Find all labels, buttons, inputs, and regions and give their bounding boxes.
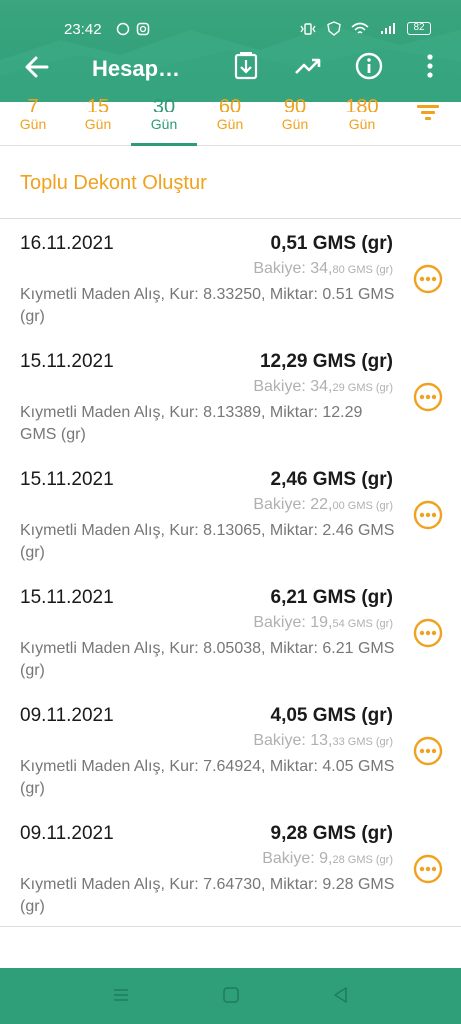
status-time: 23:42 — [64, 21, 102, 38]
balance-integer: 34, — [310, 378, 333, 395]
system-navigation-bar — [0, 968, 461, 1024]
shield-s-icon — [327, 21, 341, 36]
tab-number: 60 — [218, 98, 242, 112]
tab-7-days[interactable]: 7 Gün — [0, 98, 66, 132]
transaction-description: Kıymetli Maden Alış, Kur: 8.13065, Mikta… — [20, 522, 395, 561]
transaction-amount: 2,46 GMS (gr) — [270, 469, 393, 490]
transaction-amount: 4,05 GMS (gr) — [270, 705, 393, 726]
back-triangle-icon[interactable] — [332, 986, 350, 1004]
transaction-date: 15.11.2021 — [20, 587, 114, 608]
signal-icon — [381, 22, 395, 34]
tab-label: Gün — [150, 116, 178, 132]
tab-60-days[interactable]: 60 Gün — [197, 98, 263, 132]
toolbar: Hesap… — [0, 44, 461, 92]
divider — [0, 218, 461, 219]
tab-15-days[interactable]: 15 Gün — [65, 98, 131, 132]
tab-label: Gün — [19, 116, 47, 132]
transaction-row[interactable]: 15.11.2021 6,21 GMS (gr) Bakiye: 19,54 G… — [0, 587, 461, 705]
balance-label: Bakiye: — [253, 614, 306, 631]
transaction-date: 15.11.2021 — [20, 469, 114, 490]
transaction-row[interactable]: 15.11.2021 12,29 GMS (gr) Bakiye: 34,29 … — [0, 351, 461, 469]
transaction-amount: 9,28 GMS (gr) — [270, 823, 393, 844]
transaction-date: 15.11.2021 — [20, 351, 114, 372]
tab-number: 30 — [152, 98, 176, 112]
balance-decimal: 28 GMS (gr) — [332, 854, 393, 866]
more-horizontal-circle-icon[interactable] — [413, 500, 443, 530]
balance-decimal: 80 GMS (gr) — [332, 264, 393, 276]
more-vertical-icon[interactable] — [420, 52, 440, 80]
balance-integer: 34, — [310, 260, 333, 277]
battery-indicator: 82 — [407, 22, 431, 35]
transaction-date: 09.11.2021 — [20, 823, 114, 844]
transaction-date: 16.11.2021 — [20, 233, 114, 254]
transaction-description: Kıymetli Maden Alış, Kur: 8.33250, Mikta… — [20, 286, 395, 325]
arrow-left-icon[interactable] — [22, 52, 52, 82]
transaction-row[interactable]: 09.11.2021 4,05 GMS (gr) Bakiye: 13,33 G… — [0, 705, 461, 823]
balance-decimal: 29 GMS (gr) — [332, 382, 393, 394]
transaction-amount: 0,51 GMS (gr) — [270, 233, 393, 254]
tab-30-days[interactable]: 30 Gün — [131, 98, 197, 132]
transaction-row[interactable]: 15.11.2021 2,46 GMS (gr) Bakiye: 22,00 G… — [0, 469, 461, 587]
transaction-balance: Bakiye: 34,80 GMS (gr) — [253, 260, 393, 278]
transaction-row[interactable]: 09.11.2021 9,28 GMS (gr) Bakiye: 9,28 GM… — [0, 823, 461, 941]
trending-up-icon[interactable] — [294, 52, 322, 80]
balance-integer: 22, — [310, 496, 333, 513]
transaction-balance: Bakiye: 34,29 GMS (gr) — [253, 378, 393, 396]
transaction-balance: Bakiye: 9,28 GMS (gr) — [262, 850, 393, 868]
tab-label: Gün — [84, 116, 112, 132]
page-title: Hesap… — [92, 56, 181, 81]
recent-apps-icon[interactable] — [112, 986, 130, 1004]
transaction-amount: 6,21 GMS (gr) — [270, 587, 393, 608]
balance-decimal: 33 GMS (gr) — [332, 736, 393, 748]
tab-number: 7 — [27, 98, 39, 112]
whatsapp-icon — [116, 22, 130, 36]
info-icon[interactable] — [355, 52, 383, 80]
more-horizontal-circle-icon[interactable] — [413, 736, 443, 766]
tab-label: Gün — [216, 116, 244, 132]
more-horizontal-circle-icon[interactable] — [413, 264, 443, 294]
balance-label: Bakiye: — [253, 732, 306, 749]
document-download-icon[interactable] — [234, 52, 258, 80]
balance-decimal: 00 GMS (gr) — [332, 500, 393, 512]
vibrate-icon — [300, 22, 316, 35]
instagram-icon — [136, 22, 150, 36]
transaction-amount: 12,29 GMS (gr) — [259, 351, 393, 372]
tab-number: 180 — [345, 98, 379, 112]
transaction-row[interactable]: 16.11.2021 0,51 GMS (gr) Bakiye: 34,80 G… — [0, 233, 461, 351]
tab-number: 90 — [283, 98, 307, 112]
wifi-icon — [351, 22, 369, 34]
balance-label: Bakiye: — [262, 850, 315, 867]
more-horizontal-circle-icon[interactable] — [413, 854, 443, 884]
app-header: 23:42 82 Hesap… — [0, 0, 461, 102]
balance-decimal: 54 GMS (gr) — [332, 618, 393, 630]
balance-label: Bakiye: — [253, 260, 306, 277]
transaction-description: Kıymetli Maden Alış, Kur: 7.64924, Mikta… — [20, 758, 395, 797]
balance-integer: 9, — [319, 850, 333, 867]
balance-label: Bakiye: — [253, 496, 306, 513]
transaction-date: 09.11.2021 — [20, 705, 114, 726]
status-bar: 23:42 82 — [0, 0, 461, 38]
tab-label: Gün — [348, 116, 376, 132]
period-tabs: 7 Gün 15 Gün 30 Gün 60 Gün 90 Gün 180 Gü… — [0, 98, 461, 146]
home-icon[interactable] — [222, 986, 240, 1004]
tab-label: Gün — [281, 116, 309, 132]
transaction-description: Kıymetli Maden Alış, Kur: 8.13389, Mikta… — [20, 404, 363, 443]
tab-90-days[interactable]: 90 Gün — [262, 98, 328, 132]
balance-integer: 19, — [310, 614, 333, 631]
transaction-balance: Bakiye: 13,33 GMS (gr) — [253, 732, 393, 750]
filter-icon[interactable] — [414, 100, 442, 124]
transaction-balance: Bakiye: 19,54 GMS (gr) — [253, 614, 393, 632]
transaction-description: Kıymetli Maden Alış, Kur: 8.05038, Mikta… — [20, 640, 395, 679]
transaction-balance: Bakiye: 22,00 GMS (gr) — [253, 496, 393, 514]
balance-label: Bakiye: — [253, 378, 306, 395]
divider — [0, 926, 461, 927]
more-horizontal-circle-icon[interactable] — [413, 618, 443, 648]
active-tab-indicator — [131, 143, 197, 146]
more-horizontal-circle-icon[interactable] — [413, 382, 443, 412]
transaction-description: Kıymetli Maden Alış, Kur: 7.64730, Mikta… — [20, 876, 395, 915]
bulk-receipt-button[interactable]: Toplu Dekont Oluştur — [20, 172, 207, 195]
tab-180-days[interactable]: 180 Gün — [329, 98, 395, 132]
tab-number: 15 — [86, 98, 110, 112]
balance-integer: 13, — [310, 732, 333, 749]
